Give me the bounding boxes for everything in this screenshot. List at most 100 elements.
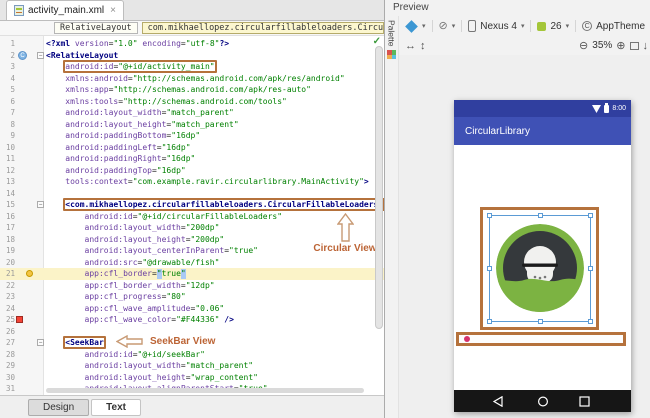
selection-handle[interactable] [487, 213, 492, 218]
code-line[interactable]: 3 android:id="@+id/activity_main" [0, 60, 384, 73]
code-text: android:layout_width="match_parent" [84, 361, 254, 370]
zoom-in-icon[interactable]: ⊕ [616, 39, 625, 52]
tab-design[interactable]: Design [28, 398, 90, 416]
api-level-selector[interactable]: 26 [550, 21, 561, 32]
line-number: 16 [5, 211, 15, 221]
resize-horizontal-icon[interactable]: ↔ [405, 40, 416, 52]
selection-handle[interactable] [487, 319, 492, 324]
line-number: 20 [5, 257, 15, 267]
selection-handle[interactable] [588, 319, 593, 324]
code-line[interactable]: 21 app:cfl_border="true" [0, 268, 384, 280]
line-number: 23 [5, 292, 15, 301]
selection-handle[interactable] [538, 319, 543, 324]
chevron-down-icon[interactable]: ▾ [566, 22, 570, 30]
palette-icon [387, 50, 396, 60]
selection-handle[interactable] [487, 266, 492, 271]
nav-buttons[interactable] [488, 395, 598, 407]
selection-handle[interactable] [538, 213, 543, 218]
fold-icon[interactable]: − [37, 339, 44, 346]
code-line[interactable]: 22 app:cfl_border_width="12dp" [0, 280, 384, 292]
code-text: android:paddingBottom="16dp" [65, 131, 201, 140]
line-number: 12 [5, 165, 15, 175]
line-number: 17 [5, 223, 15, 232]
fold-icon[interactable]: − [37, 201, 44, 208]
theme-selector[interactable]: AppTheme [596, 21, 645, 32]
code-line[interactable]: 10 android:paddingLeft="16dp" [0, 142, 384, 154]
configuration-icon[interactable] [405, 19, 418, 33]
code-line[interactable]: 24 app:cfl_wave_amplitude="0.06" [0, 303, 384, 315]
code-line[interactable]: 13 tools:context="com.example.ravir.circ… [0, 176, 384, 188]
breadcrumb-relativelayout[interactable]: RelativeLayout [54, 22, 138, 34]
class-icon: C [18, 50, 27, 60]
code-line[interactable]: 20 android:src="@drawable/fish" [0, 257, 384, 269]
line-number: 11 [5, 154, 15, 163]
code-line[interactable]: 11 android:paddingRight="16dp" [0, 153, 384, 165]
line-number: 28 [5, 349, 15, 359]
arrow-up-icon [336, 213, 354, 242]
device-content [454, 145, 631, 390]
editor-tab-bar: activity_main.xml × [0, 0, 384, 21]
seekbar[interactable] [456, 332, 626, 346]
code-text: app:cfl_border_width="12dp" [84, 280, 215, 290]
code-text: tools:context="com.example.ravir.circula… [65, 177, 369, 186]
device-selector[interactable]: Nexus 4 [480, 21, 517, 32]
line-number: 2 [10, 50, 15, 60]
close-icon[interactable]: × [110, 5, 116, 16]
preview-canvas[interactable]: 8:00 CircularLibrary [399, 55, 650, 418]
selection-rect[interactable] [487, 213, 593, 324]
code-line[interactable]: 12 android:paddingTop="16dp" [0, 165, 384, 177]
horizontal-scrollbar[interactable] [46, 388, 364, 393]
fold-icon[interactable]: − [37, 51, 44, 59]
line-number: 21 [5, 269, 15, 278]
tab-activity-main-xml[interactable]: activity_main.xml × [6, 0, 124, 20]
zoom-fit-icon[interactable] [629, 41, 639, 50]
line-number: 10 [5, 142, 15, 152]
chevron-down-icon[interactable]: ▾ [521, 22, 525, 30]
annotation-seekbar-view: SeekBar View [116, 335, 215, 348]
zoom-out-icon[interactable]: ⊖ [579, 39, 588, 52]
code-line[interactable]: 25 app:cfl_wave_color="#F44336" /> [0, 314, 384, 326]
code-line[interactable]: 6 xmlns:tools="http://schemas.android.co… [0, 96, 384, 108]
code-text: android:paddingLeft="16dp" [65, 142, 191, 152]
code-line[interactable]: 23 app:cfl_progress="80" [0, 291, 384, 303]
status-time: 8:00 [612, 105, 626, 112]
selection-handle[interactable] [588, 266, 593, 271]
code-text: xmlns:tools="http://schemas.android.com/… [65, 96, 287, 106]
line-number: 7 [10, 108, 15, 117]
battery-icon [604, 103, 610, 113]
code-text: android:layout_height="match_parent" [65, 119, 239, 129]
code-line[interactable]: 29 android:layout_width="match_parent" [0, 360, 384, 372]
color-swatch-icon[interactable] [16, 316, 23, 323]
code-line[interactable]: 15− <com.mikhaellopez.circularfillablelo… [0, 198, 384, 211]
chevron-down-icon[interactable]: ▾ [422, 22, 426, 30]
selection-handle[interactable] [588, 213, 593, 218]
code-editor[interactable]: 1 <?xml version="1.0" encoding="utf-8"?> 2… [0, 36, 384, 395]
line-number: 18 [5, 234, 15, 244]
seekbar-thumb[interactable] [464, 336, 470, 342]
code-line[interactable]: 8 android:layout_height="match_parent" [0, 119, 384, 131]
code-text: android:id="@+id/seekBar" [84, 349, 205, 359]
tab-palette[interactable]: Palette [387, 20, 397, 46]
vertical-scrollbar[interactable] [375, 46, 383, 329]
code-text: android:layout_height="wrap_content" [84, 372, 258, 382]
code-line[interactable]: 4 xmlns:android="http://schemas.android.… [0, 73, 384, 85]
scroll-down-icon[interactable]: ↓ [643, 40, 649, 52]
code-line[interactable]: 1 <?xml version="1.0" encoding="utf-8"?> [0, 38, 384, 50]
code-text: xmlns:app="http://schemas.android.com/ap… [65, 85, 311, 94]
code-line[interactable]: 7 android:layout_width="match_parent" [0, 107, 384, 119]
code-line[interactable]: 30 android:layout_height="wrap_content" [0, 372, 384, 384]
lightbulb-icon[interactable] [26, 270, 33, 277]
editor-mode-bar: Design Text [0, 395, 384, 418]
code-line[interactable]: 28 android:id="@+id/seekBar" [0, 349, 384, 361]
code-line[interactable]: 9 android:paddingBottom="16dp" [0, 130, 384, 142]
resize-vertical-icon[interactable]: ↕ [420, 40, 426, 52]
chevron-down-icon[interactable]: ▾ [452, 22, 456, 30]
tab-label: activity_main.xml [28, 5, 105, 16]
tab-text[interactable]: Text [91, 398, 141, 416]
orientation-icon[interactable]: ⊘ [439, 20, 448, 32]
line-number: 15 [5, 200, 15, 209]
breadcrumb-class[interactable]: com.mikhaellopez.circularfillableloaders… [141, 22, 384, 34]
line-number: 5 [10, 85, 15, 94]
code-line[interactable]: 5 xmlns:app="http://schemas.android.com/… [0, 84, 384, 96]
code-text: app:cfl_border="true" [84, 269, 186, 278]
